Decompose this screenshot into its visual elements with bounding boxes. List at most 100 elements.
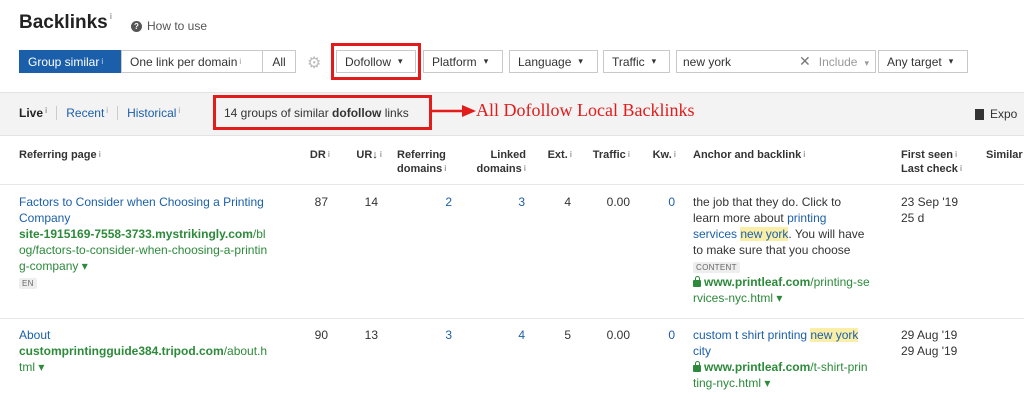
referring-page-title-link[interactable]: Factors to Consider when Choosing a Prin…	[19, 194, 294, 226]
table-row-2-dates: 29 Aug '19 29 Aug '19	[901, 328, 958, 358]
dr-value: 87	[314, 195, 328, 209]
help-icon: ?	[131, 20, 142, 32]
chevron-down-icon[interactable]: ▾	[776, 291, 782, 305]
summary-highlight-box	[213, 95, 432, 130]
chevron-down-icon[interactable]: ▾	[82, 259, 88, 273]
tab-live[interactable]: Live i	[19, 106, 56, 120]
anchor-link[interactable]: city	[693, 343, 893, 359]
platform-dropdown[interactable]: Platform ▾	[423, 50, 503, 73]
chevron-down-icon: ▾	[651, 56, 657, 66]
info-icon: i	[109, 12, 112, 21]
linked-domains-link[interactable]: 4	[470, 327, 525, 343]
ext-value: 5	[564, 328, 571, 342]
language-badge: EN	[19, 278, 37, 289]
col-ur[interactable]: UR↓ i	[342, 148, 382, 162]
backlink-url-link[interactable]: www.printleaf.com/printing-se	[693, 274, 893, 290]
table-row-2-referring-page: About customprintingguide384.tripod.com/…	[19, 327, 294, 375]
chevron-down-icon: ▾	[948, 56, 954, 66]
anchor-link-highlight[interactable]: new york	[740, 227, 789, 241]
anchor-link[interactable]: services	[693, 227, 737, 241]
group-similar-button[interactable]: Group similar i	[19, 50, 122, 73]
ur-value: 14	[364, 195, 378, 209]
info-icon: i	[569, 150, 572, 159]
info-icon: i	[379, 150, 382, 159]
one-link-per-domain-button[interactable]: One link per domain i	[121, 50, 263, 73]
all-button[interactable]: All	[262, 50, 296, 73]
traffic-dropdown[interactable]: Traffic ▾	[603, 50, 670, 73]
how-to-use-link[interactable]: ? How to use	[131, 19, 207, 33]
backlink-url-link[interactable]: www.printleaf.com/t-shirt-prin	[693, 359, 893, 375]
anchor-link[interactable]: custom t shirt printing	[693, 328, 810, 342]
info-icon: i	[444, 164, 447, 173]
keywords-link[interactable]: 0	[640, 194, 675, 210]
info-icon: i	[239, 57, 242, 66]
col-kw[interactable]: Kw. i	[640, 148, 676, 162]
clear-icon[interactable]: ✕	[799, 53, 811, 70]
row-divider	[0, 318, 1024, 319]
col-first-seen-last-check[interactable]: First seen i Last check i	[901, 148, 962, 176]
chevron-down-icon: ▾	[864, 57, 869, 68]
annotation-arrow	[432, 105, 476, 117]
col-referring-domains[interactable]: Referring domains i	[397, 148, 446, 176]
content-badge: CONTENT	[693, 262, 740, 273]
traffic-value: 0.00	[606, 328, 630, 342]
linked-domains-link[interactable]: 3	[470, 194, 525, 210]
info-icon: i	[45, 106, 48, 115]
chevron-down-icon[interactable]: ▾	[764, 376, 770, 390]
page-title: Backlinks i	[19, 12, 112, 33]
lock-icon	[693, 361, 701, 372]
sort-desc-icon: ↓	[372, 149, 378, 161]
referring-domains-link[interactable]: 3	[400, 327, 452, 343]
info-icon: i	[673, 150, 676, 159]
table-row-1-referring-page: Factors to Consider when Choosing a Prin…	[19, 194, 294, 290]
referring-page-title-link[interactable]: About	[19, 327, 294, 343]
info-icon: i	[523, 164, 526, 173]
table-row-1-anchor: the job that they do. Click to learn mor…	[693, 194, 893, 306]
search-input[interactable]: new york ✕ Include ▾	[676, 50, 876, 73]
referring-page-url-link[interactable]: site-1915169-7558-3733.mystrikingly.com/…	[19, 226, 294, 274]
anchor-link-highlight[interactable]: new york	[810, 328, 859, 342]
col-linked-domains[interactable]: Linked domains i	[462, 148, 526, 176]
mode-tabs: Live i Recent i Historical i	[19, 106, 189, 120]
lock-icon	[693, 276, 701, 287]
info-icon: i	[98, 150, 101, 159]
traffic-value: 0.00	[606, 195, 630, 209]
tab-recent[interactable]: Recent i	[56, 106, 117, 120]
info-icon: i	[803, 150, 806, 159]
ext-value: 4	[564, 195, 571, 209]
export-icon	[975, 108, 984, 120]
info-icon: i	[178, 106, 181, 115]
tab-historical[interactable]: Historical i	[117, 106, 189, 120]
any-target-dropdown[interactable]: Any target ▾	[878, 50, 968, 73]
dofollow-highlight-box	[331, 43, 421, 80]
info-icon: i	[327, 150, 330, 159]
col-ext[interactable]: Ext. i	[536, 148, 572, 162]
chevron-down-icon: ▾	[578, 56, 583, 66]
chevron-down-icon[interactable]: ▾	[38, 360, 44, 374]
chevron-down-icon: ▾	[483, 56, 489, 66]
col-dr[interactable]: DR i	[300, 148, 330, 162]
col-anchor-backlink[interactable]: Anchor and backlink i	[693, 148, 805, 162]
table-row-2-anchor: custom t shirt printing new york city ww…	[693, 327, 893, 391]
language-dropdown[interactable]: Language ▾	[509, 50, 598, 73]
info-icon: i	[959, 164, 963, 173]
info-icon: i	[106, 106, 109, 115]
gear-icon[interactable]: ⚙	[307, 53, 321, 73]
info-icon: i	[954, 150, 958, 159]
row-divider	[0, 184, 1024, 185]
info-icon: i	[627, 150, 630, 159]
referring-domains-link[interactable]: 2	[400, 194, 452, 210]
ur-value: 13	[364, 328, 378, 342]
keywords-link[interactable]: 0	[640, 327, 675, 343]
info-icon: i	[101, 57, 104, 66]
col-referring-page[interactable]: Referring page i	[19, 148, 101, 162]
dr-value: 90	[314, 328, 328, 342]
col-similar[interactable]: Similar	[986, 148, 1023, 162]
export-button[interactable]: Expo	[975, 107, 1017, 121]
col-traffic[interactable]: Traffic i	[582, 148, 630, 162]
annotation-label: All Dofollow Local Backlinks	[476, 100, 695, 120]
referring-page-url-link[interactable]: customprintingguide384.tripod.com/about.…	[19, 343, 294, 375]
include-dropdown[interactable]: Include ▾	[819, 55, 869, 69]
table-row-1-dates: 23 Sep '19 25 d	[901, 195, 959, 225]
anchor-link[interactable]: printing	[787, 211, 826, 225]
